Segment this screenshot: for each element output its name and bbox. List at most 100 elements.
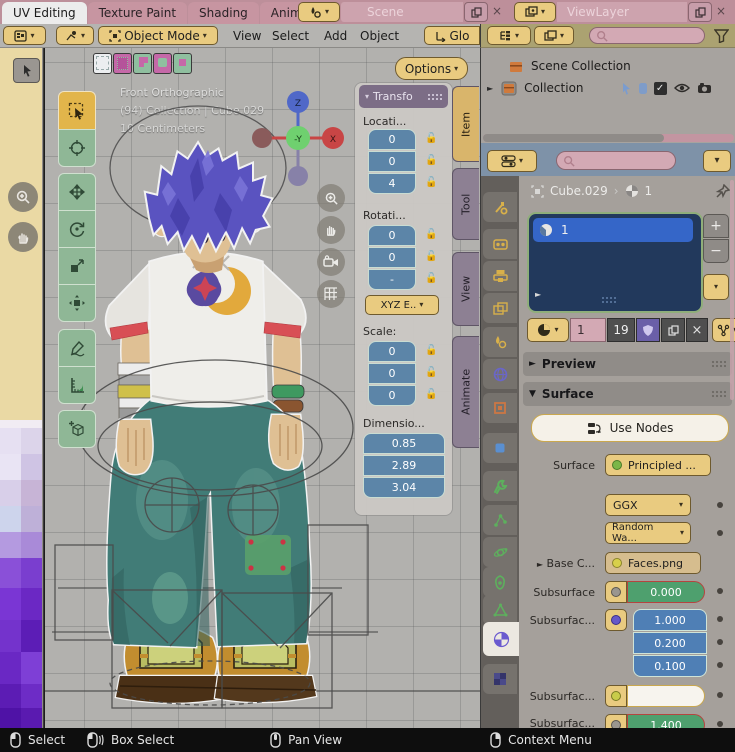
use-nodes-button[interactable]: Use Nodes	[531, 414, 729, 442]
properties-editor-type-dropdown[interactable]: ▾	[487, 150, 537, 172]
tool-measure[interactable]	[58, 366, 96, 404]
lock-rotation-z-icon[interactable]: 🔓	[425, 273, 437, 284]
animate-dot[interactable]	[717, 692, 723, 698]
transform-panel-header[interactable]: ▾ Transfo	[359, 85, 448, 108]
tab-scene[interactable]	[483, 327, 517, 357]
base-color-label[interactable]: ► Base C...	[519, 557, 595, 570]
scene-name-field[interactable]: Scene	[341, 2, 463, 22]
subsurface-slider[interactable]: 0.000	[627, 581, 705, 603]
base-color-texture-dropdown[interactable]: Faces.png	[605, 552, 701, 574]
select-mode-tweak-button[interactable]	[93, 53, 112, 74]
checkbox-icon[interactable]: ✓	[654, 82, 667, 95]
expand-arrow-icon[interactable]: ►	[537, 560, 543, 569]
scale-z-field[interactable]: 0	[368, 385, 416, 406]
lock-scale-y-icon[interactable]: 🔓	[425, 367, 437, 378]
axis-negz-ball[interactable]	[288, 166, 308, 186]
material-slot-row[interactable]: 1	[533, 218, 693, 242]
tab-modifiers[interactable]	[483, 433, 517, 463]
animate-dot[interactable]	[717, 639, 723, 645]
transform-orientation-dropdown[interactable]: Glo	[424, 26, 480, 45]
expand-arrow-icon[interactable]: ►	[487, 84, 493, 93]
location-x-field[interactable]: 0	[368, 129, 416, 150]
outliner-scrollbar-thumb[interactable]	[483, 134, 664, 142]
subsurface-radius-socket-button[interactable]	[605, 609, 627, 631]
unlink-material-button[interactable]: ×	[686, 318, 708, 342]
breadcrumb-material[interactable]: 1	[645, 184, 653, 198]
select-mode-box-button[interactable]	[113, 53, 132, 74]
image-editor-type-dropdown[interactable]: ▾	[3, 26, 46, 45]
animate-dot[interactable]	[717, 616, 723, 622]
select-mode-lasso-button[interactable]	[153, 53, 172, 74]
panel-grip[interactable]	[711, 390, 726, 398]
tool-transform[interactable]	[58, 284, 96, 322]
resize-corner-icon[interactable]: ►	[535, 290, 541, 299]
tab-object-data[interactable]	[483, 595, 517, 625]
tool-select-box[interactable]	[58, 91, 96, 130]
subsurface-radius-x-field[interactable]: 1.000	[633, 609, 707, 631]
animate-dot[interactable]	[717, 721, 723, 727]
subsurface-radius-z-field[interactable]: 0.100	[633, 655, 707, 677]
panel-preview-header[interactable]: ► Preview	[523, 352, 732, 376]
tab-object[interactable]	[483, 393, 517, 423]
tab-tool[interactable]	[483, 192, 517, 222]
viewport-camera-gizmo[interactable]	[317, 248, 345, 276]
viewport-pan-gizmo[interactable]	[317, 216, 345, 244]
slot-specials-dropdown[interactable]: ▾	[703, 274, 729, 300]
scale-x-field[interactable]: 0	[368, 341, 416, 362]
outliner-scrollbar[interactable]	[483, 134, 734, 142]
tool-rotate[interactable]	[58, 210, 96, 248]
sidebar-tab-tool[interactable]: Tool	[452, 168, 479, 240]
sidebar-tab-item[interactable]: Item	[452, 86, 479, 162]
viewport-perspective-gizmo[interactable]	[317, 280, 345, 308]
panel-grip[interactable]	[427, 93, 442, 101]
axis-gizmo[interactable]: Z -Y X	[245, 86, 351, 192]
lock-scale-x-icon[interactable]: 🔓	[425, 345, 437, 356]
sidebar-tab-view[interactable]: View	[452, 252, 479, 326]
panel-grip[interactable]	[711, 360, 726, 368]
rotation-z-field[interactable]: -	[368, 269, 416, 290]
axis-negx-ball[interactable]	[252, 128, 272, 148]
lock-rotation-x-icon[interactable]: 🔓	[425, 229, 437, 240]
material-users-button[interactable]: 19	[607, 318, 635, 342]
tab-physics[interactable]	[483, 537, 517, 567]
menu-view[interactable]: View	[233, 25, 261, 47]
options-dropdown[interactable]: Options ▾	[395, 57, 468, 80]
scale-y-field[interactable]: 0	[368, 363, 416, 384]
image-pan-gizmo[interactable]	[8, 222, 38, 252]
tab-material[interactable]	[483, 622, 519, 656]
properties-scrollbar[interactable]	[730, 180, 734, 400]
panel-surface-header[interactable]: ▼ Surface	[523, 382, 732, 406]
subsurface-ior-slider[interactable]: 1.400	[627, 714, 705, 728]
add-slot-button[interactable]: +	[703, 214, 729, 238]
breadcrumb-object[interactable]: Cube.029	[550, 184, 608, 198]
viewport-3d[interactable]: Options ▾ Front Orthographic (94) Collec…	[45, 48, 480, 728]
sidebar-tab-animate[interactable]: Animate	[452, 336, 479, 448]
properties-options-dropdown[interactable]: ▾	[703, 150, 731, 172]
editor-type-dropdown[interactable]: ▾	[56, 26, 94, 45]
new-viewlayer-button[interactable]	[688, 2, 712, 22]
workspace-tab-texture-paint[interactable]: Texture Paint	[88, 2, 187, 24]
camera-icon[interactable]	[697, 82, 712, 94]
material-browse-dropdown[interactable]: ▾	[527, 318, 569, 342]
rotation-y-field[interactable]: 0	[368, 247, 416, 268]
tab-render[interactable]	[483, 229, 517, 259]
subsurface-ior-socket-button[interactable]	[605, 714, 627, 728]
material-name-field[interactable]: 1	[570, 318, 606, 342]
outliner-row-scene-collection[interactable]: Scene Collection	[481, 56, 735, 76]
scene-icon-dropdown[interactable]: ▾	[298, 2, 340, 22]
tab-texture[interactable]	[483, 664, 517, 694]
selectable-cursor-icon[interactable]	[620, 82, 633, 95]
remove-scene-button[interactable]: ×	[489, 2, 505, 22]
remove-viewlayer-button[interactable]: ×	[713, 2, 729, 22]
tab-view-layer[interactable]	[483, 293, 517, 323]
select-mode-circle-button[interactable]	[133, 53, 152, 74]
eye-icon[interactable]	[674, 82, 690, 94]
location-y-field[interactable]: 0	[368, 151, 416, 172]
lock-scale-z-icon[interactable]: 🔓	[425, 389, 437, 400]
dimensions-y-field[interactable]: 2.89	[363, 455, 445, 476]
surface-shader-dropdown[interactable]: Principled ...	[605, 454, 711, 476]
animate-dot[interactable]	[717, 502, 723, 508]
subsurface-socket-button[interactable]	[605, 581, 627, 603]
list-grip[interactable]	[601, 296, 616, 304]
viewport-zoom-gizmo[interactable]	[317, 184, 345, 212]
